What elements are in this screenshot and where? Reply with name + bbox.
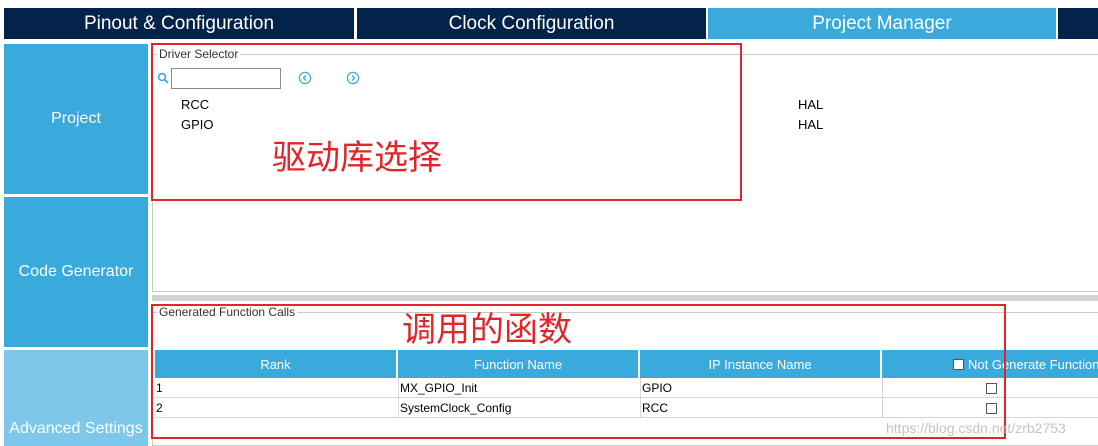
annotation-text-calls: 调用的函数 xyxy=(402,310,572,350)
sidebar-item-label: Advanced Settings xyxy=(9,420,143,437)
tab-label: Pinout & Configuration xyxy=(83,12,275,34)
sidebar-item-label: Code Generator xyxy=(18,263,134,280)
driver-row-value[interactable]: HAL xyxy=(798,97,823,112)
top-tab-bar: Pinout & Configuration Clock Configurati… xyxy=(0,0,1098,40)
annotation-text-driver: 驱动库选择 xyxy=(272,138,442,178)
tab-pinout-configuration[interactable]: Pinout & Configuration xyxy=(4,8,354,39)
tab-project-manager[interactable]: Project Manager xyxy=(708,8,1056,39)
tab-overflow[interactable] xyxy=(1058,8,1098,39)
tab-label: Project Manager xyxy=(812,12,952,34)
sidebar-item-advanced-settings[interactable]: Advanced Settings xyxy=(4,350,148,446)
pane-splitter[interactable] xyxy=(152,295,1098,301)
sidebar-item-project[interactable]: Project xyxy=(4,44,148,194)
sidebar-item-code-generator[interactable]: Code Generator xyxy=(4,197,148,347)
tab-label: Clock Configuration xyxy=(448,12,615,34)
sidebar-item-label: Project xyxy=(51,110,101,127)
annotation-box-calls xyxy=(151,304,1006,439)
annotation-box-driver xyxy=(151,43,742,201)
driver-row-value[interactable]: HAL xyxy=(798,117,823,132)
watermark: https://blog.csdn.net/zrb2753 xyxy=(886,420,1066,436)
tab-clock-configuration[interactable]: Clock Configuration xyxy=(357,8,706,39)
